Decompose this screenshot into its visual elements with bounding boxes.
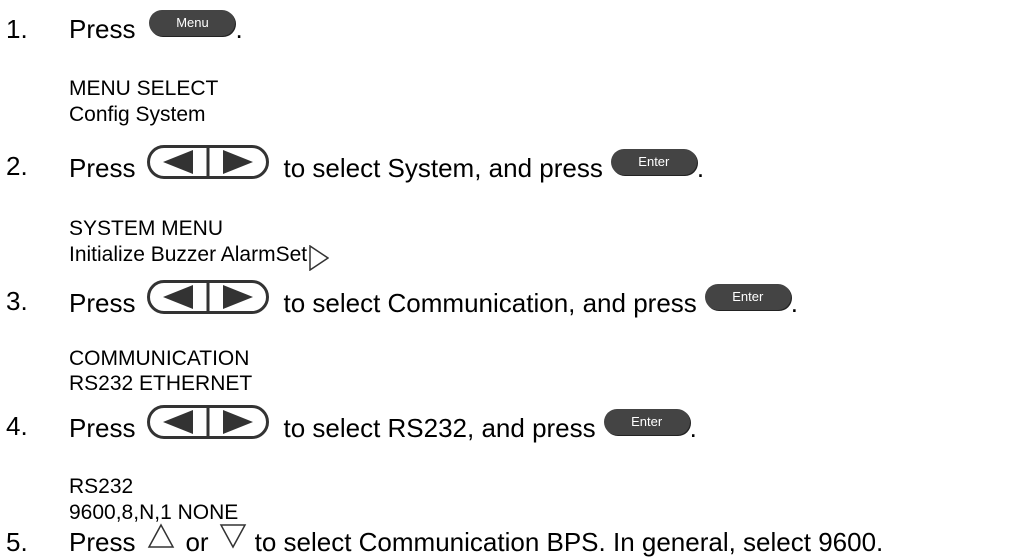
display-line-1: RS232: [69, 475, 134, 498]
menu-key-button: Menu: [149, 10, 236, 36]
step-text: Press: [69, 14, 136, 44]
display-line-1: COMMUNICATION: [69, 347, 250, 370]
step-text: to select Communication BPS. In general,…: [254, 527, 884, 557]
step-1-line: Press Menu .: [69, 10, 243, 44]
left-right-arrow-keys-icon: [147, 405, 270, 439]
step-text: Press: [69, 153, 136, 183]
step-text: to select Communication, and press: [283, 288, 697, 318]
step-text: Press: [69, 413, 136, 443]
step-text: .: [689, 413, 697, 443]
step-number: 3.: [6, 286, 28, 316]
step-number: 4.: [6, 411, 28, 441]
step-text: .: [790, 288, 799, 318]
step-4-line: Press to select RS232, and press Enter .: [69, 405, 697, 445]
up-triangle-icon: [148, 523, 175, 548]
display-line-2: RS232 ETHERNET: [69, 372, 253, 395]
step-text: or: [185, 527, 209, 557]
enter-key-button: Enter: [704, 284, 791, 310]
step-3-line: Press to select Communication, and press…: [69, 280, 799, 320]
step-text: Press: [69, 288, 136, 318]
display-line-2: Initialize Buzzer AlarmSet: [69, 243, 308, 266]
step-text: Press: [69, 527, 136, 557]
enter-key-button: Enter: [603, 409, 690, 435]
step-number: 2.: [6, 151, 28, 181]
left-right-arrow-keys-icon: [147, 280, 270, 314]
step-number: 5.: [6, 527, 28, 557]
step-text: .: [235, 14, 243, 44]
display-line-2: Config System: [69, 103, 206, 126]
step-2-line: Press to select System, and press Enter …: [69, 145, 705, 185]
step-text: .: [696, 153, 705, 183]
step-text: to select System, and press: [283, 153, 603, 183]
step-5-line: Press or to select Communication BPS. In…: [69, 523, 884, 557]
display-line-1: SYSTEM MENU: [69, 217, 224, 240]
step-text: to select RS232, and press: [283, 413, 596, 443]
display-line-1: MENU SELECT: [69, 77, 219, 100]
down-triangle-icon: [219, 524, 246, 549]
step-number: 1.: [6, 14, 28, 44]
display-line-2-row: Initialize Buzzer AlarmSet: [69, 242, 330, 271]
enter-key-button: Enter: [610, 149, 697, 175]
left-right-arrow-keys-icon: [147, 145, 270, 179]
right-triangle-icon: [309, 245, 330, 271]
